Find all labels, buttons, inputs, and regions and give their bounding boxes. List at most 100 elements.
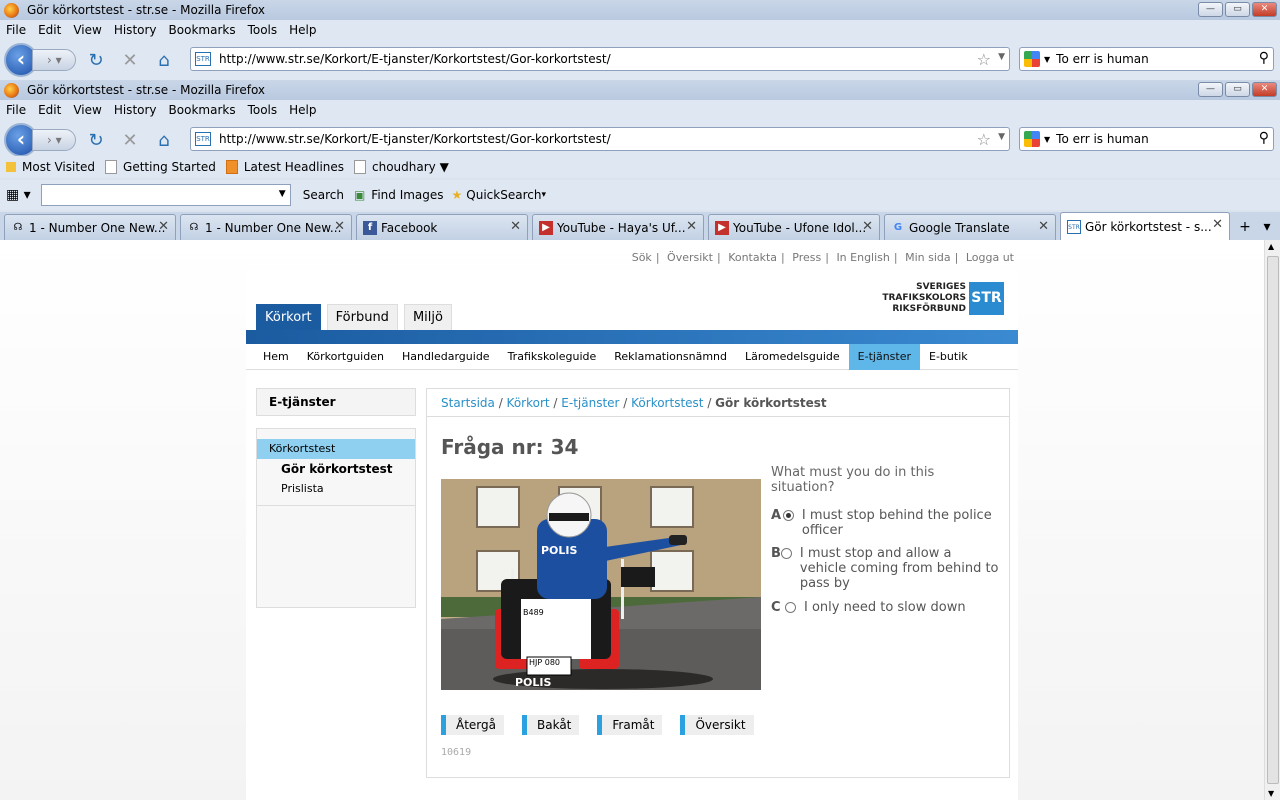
toolbar-search[interactable]: Search — [303, 188, 344, 202]
url-bar[interactable]: STR http://www.str.se/Korkort/E-tjanster… — [190, 47, 1010, 71]
toolbar-combo[interactable] — [40, 184, 291, 206]
menu-history[interactable]: History — [114, 103, 157, 117]
menu-tools[interactable]: Tools — [248, 23, 278, 37]
subnav-trafikskoleguide[interactable]: Trafikskoleguide — [499, 344, 606, 370]
tab-forbund[interactable]: Förbund — [326, 304, 398, 330]
stop-icon[interactable]: ✕ — [116, 50, 144, 71]
close-tab-icon[interactable]: ✕ — [1038, 219, 1049, 234]
close-button[interactable]: ✕ — [1252, 2, 1277, 17]
sidebar-item-gor-korkortstest[interactable]: Gör körkortstest — [257, 459, 415, 479]
answer-option-c[interactable]: C I only need to slow down — [771, 600, 1001, 615]
star-icon[interactable]: ☆ — [977, 130, 991, 149]
menu-help[interactable]: Help — [289, 23, 316, 37]
close-tab-icon[interactable]: ✕ — [510, 219, 521, 234]
scroll-up-icon[interactable]: ▲ — [1268, 242, 1274, 251]
tab-3[interactable]: f Facebook ✕ — [356, 214, 528, 240]
home-icon[interactable]: ⌂ — [150, 50, 178, 71]
tab-2[interactable]: ☊ 1 - Number One New... ✕ — [180, 214, 352, 240]
vertical-scrollbar[interactable]: ▲ ▼ — [1264, 240, 1280, 800]
sidebar-item-prislista[interactable]: Prislista — [257, 479, 415, 499]
link-sok[interactable]: Sök — [632, 251, 652, 264]
sidebar-item-korkortstest[interactable]: Körkortstest — [257, 439, 415, 459]
menu-view[interactable]: View — [73, 103, 101, 117]
chevron-down-icon[interactable]: ▼ — [998, 132, 1005, 142]
menu-view[interactable]: View — [73, 23, 101, 37]
radio-c[interactable] — [785, 602, 796, 613]
bookmark-choudhary[interactable]: choudhary ▼ — [354, 160, 449, 174]
tab-korkort[interactable]: Körkort — [256, 304, 321, 330]
subnav-korkortguiden[interactable]: Körkortguiden — [298, 344, 393, 370]
bookmark-latest-headlines[interactable]: Latest Headlines — [225, 160, 344, 174]
bookmark-getting-started[interactable]: Getting Started — [105, 160, 216, 174]
minimize-button[interactable]: — — [1198, 2, 1223, 17]
tab-7-active[interactable]: STR Gör körkortstest - s... ✕ — [1060, 212, 1230, 240]
link-logga-ut[interactable]: Logga ut — [966, 251, 1014, 264]
answer-option-a[interactable]: A I must stop behind the police officer — [771, 508, 1001, 538]
search-bar[interactable]: ▼ To err is human ⚲ — [1019, 47, 1274, 71]
link-oversikt[interactable]: Översikt — [667, 251, 713, 264]
link-kontakta[interactable]: Kontakta — [728, 251, 777, 264]
link-press[interactable]: Press — [792, 251, 821, 264]
forward-button[interactable]: › ▾ — [32, 49, 76, 71]
crumb-korkort[interactable]: Körkort — [507, 396, 550, 410]
star-icon[interactable]: ☆ — [977, 50, 991, 69]
close-button[interactable]: ✕ — [1252, 82, 1277, 97]
tab-4[interactable]: ▶ YouTube - Haya's Uf... ✕ — [532, 214, 704, 240]
crumb-startsida[interactable]: Startsida — [441, 396, 495, 410]
forward-button[interactable]: › ▾ — [32, 129, 76, 151]
find-images[interactable]: Find Images — [371, 188, 443, 202]
google-icon[interactable] — [1024, 131, 1040, 147]
search-bar[interactable]: ▼ To err is human ⚲ — [1019, 127, 1274, 151]
tab-5[interactable]: ▶ YouTube - Ufone Idol... ✕ — [708, 214, 880, 240]
menu-file[interactable]: File — [6, 23, 26, 37]
stop-icon[interactable]: ✕ — [116, 130, 144, 151]
subnav-reklamationsnamnd[interactable]: Reklamationsnämnd — [605, 344, 736, 370]
radio-b[interactable] — [780, 548, 792, 559]
menu-bookmarks[interactable]: Bookmarks — [169, 103, 236, 117]
close-tab-icon[interactable]: ✕ — [862, 219, 873, 234]
radio-a[interactable] — [782, 510, 794, 521]
tab-miljo[interactable]: Miljö — [403, 304, 452, 330]
close-tab-icon[interactable]: ✕ — [158, 219, 169, 234]
menu-edit[interactable]: Edit — [38, 103, 61, 117]
scroll-down-icon[interactable]: ▼ — [1268, 789, 1274, 798]
reload-icon[interactable]: ↻ — [82, 130, 110, 151]
subnav-e-butik[interactable]: E-butik — [920, 344, 977, 370]
menu-bookmarks[interactable]: Bookmarks — [169, 23, 236, 37]
minimize-button[interactable]: — — [1198, 82, 1223, 97]
tab-1[interactable]: ☊ 1 - Number One New... ✕ — [4, 214, 176, 240]
answer-option-b[interactable]: B I must stop and allow a vehicle coming… — [771, 546, 1001, 591]
maximize-button[interactable]: ▭ — [1225, 2, 1250, 17]
menu-help[interactable]: Help — [289, 103, 316, 117]
close-tab-icon[interactable]: ✕ — [1212, 217, 1223, 232]
subnav-handledarguide[interactable]: Handledarguide — [393, 344, 499, 370]
scroll-thumb[interactable] — [1267, 256, 1279, 784]
menu-tools[interactable]: Tools — [248, 103, 278, 117]
str-logo[interactable]: SVERIGES TRAFIKSKOLORS RIKSFÖRBUND STR — [882, 282, 1004, 315]
quicksearch[interactable]: QuickSearch — [466, 188, 541, 202]
home-icon[interactable]: ⌂ — [150, 130, 178, 151]
menu-file[interactable]: File — [6, 103, 26, 117]
link-min-sida[interactable]: Min sida — [905, 251, 951, 264]
film-icon[interactable]: ▦ ▾ — [6, 187, 31, 203]
new-tab-button[interactable]: + — [1234, 216, 1256, 240]
google-icon[interactable] — [1024, 51, 1040, 67]
search-icon[interactable]: ⚲ — [1259, 130, 1269, 146]
atergaa-button[interactable]: Återgå — [441, 715, 504, 735]
bookmark-most-visited[interactable]: Most Visited — [6, 160, 95, 174]
menu-history[interactable]: History — [114, 23, 157, 37]
close-tab-icon[interactable]: ✕ — [686, 219, 697, 234]
close-tab-icon[interactable]: ✕ — [334, 219, 345, 234]
framat-button[interactable]: Framåt — [597, 715, 663, 735]
tab-list-button[interactable]: ▾ — [1256, 216, 1278, 240]
reload-icon[interactable]: ↻ — [82, 50, 110, 71]
search-icon[interactable]: ⚲ — [1259, 50, 1269, 66]
crumb-korkortstest[interactable]: Körkortstest — [631, 396, 703, 410]
bakat-button[interactable]: Bakåt — [522, 715, 580, 735]
chevron-down-icon[interactable]: ▼ — [998, 52, 1005, 62]
tab-6[interactable]: G Google Translate ✕ — [884, 214, 1056, 240]
oversikt-button[interactable]: Översikt — [680, 715, 754, 735]
url-bar[interactable]: STR http://www.str.se/Korkort/E-tjanster… — [190, 127, 1010, 151]
subnav-hem[interactable]: Hem — [254, 344, 298, 370]
link-in-english[interactable]: In English — [836, 251, 889, 264]
